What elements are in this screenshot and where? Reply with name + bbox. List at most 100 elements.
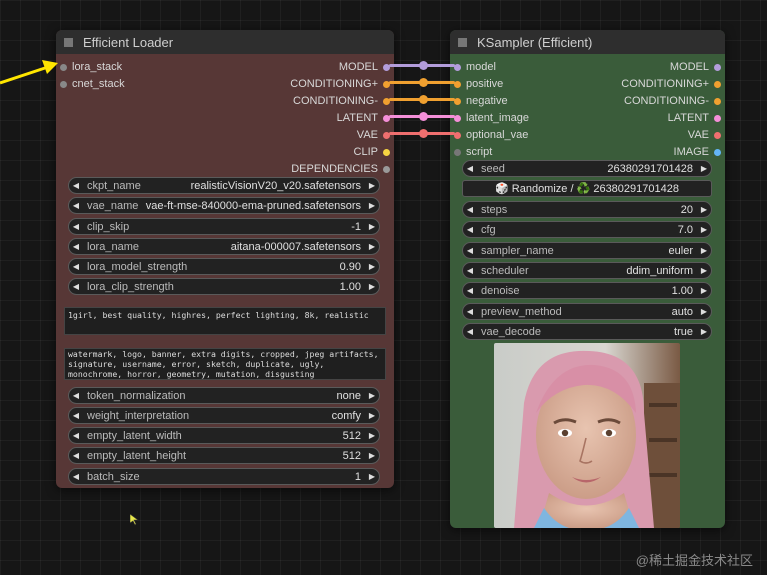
- ks-conditioning-pos-output-socket[interactable]: [714, 80, 721, 88]
- lora-name-next-arrow[interactable]: ▶: [365, 242, 379, 251]
- ks-image-output-socket[interactable]: [714, 148, 721, 156]
- cfg-decrement-arrow[interactable]: ◀: [463, 225, 477, 234]
- loader-output-model[interactable]: MODEL: [339, 60, 390, 74]
- ks-conditioning-neg-output-socket[interactable]: [714, 97, 721, 105]
- ksampler-input-optional-vae[interactable]: optional_vae: [454, 128, 528, 142]
- widget-ckpt-name[interactable]: ◀ ckpt_name realisticVisionV20_v20.safet…: [68, 177, 380, 194]
- loader-output-conditioning-pos[interactable]: CONDITIONING+: [290, 77, 390, 91]
- token-normalization-next-arrow[interactable]: ▶: [365, 391, 379, 400]
- denoise-increment-arrow[interactable]: ▶: [697, 286, 711, 295]
- widget-vae-decode[interactable]: ◀ vae_decode true ▶: [462, 323, 712, 340]
- sampler-name-next-arrow[interactable]: ▶: [697, 246, 711, 255]
- lora-name-prev-arrow[interactable]: ◀: [69, 242, 83, 251]
- lora-model-strength-increment-arrow[interactable]: ▶: [365, 262, 379, 271]
- empty-latent-height-decrement-arrow[interactable]: ◀: [69, 451, 83, 460]
- negative-input-socket[interactable]: [454, 97, 461, 105]
- ksampler-input-latent-image[interactable]: latent_image: [454, 111, 529, 125]
- empty-latent-height-increment-arrow[interactable]: ▶: [365, 451, 379, 460]
- positive-prompt-textarea[interactable]: 1girl, best quality, highres, perfect li…: [64, 307, 386, 335]
- ksampler-output-vae[interactable]: VAE: [688, 128, 721, 142]
- preview-method-prev-arrow[interactable]: ◀: [463, 307, 477, 316]
- lora-clip-strength-decrement-arrow[interactable]: ◀: [69, 282, 83, 291]
- ksampler-input-negative[interactable]: negative: [454, 94, 508, 108]
- script-input-socket[interactable]: [454, 148, 461, 156]
- loader-collapse-toggle[interactable]: [64, 37, 73, 47]
- scheduler-prev-arrow[interactable]: ◀: [463, 266, 477, 275]
- ksampler-output-conditioning-pos[interactable]: CONDITIONING+: [621, 77, 721, 91]
- lora-clip-strength-increment-arrow[interactable]: ▶: [365, 282, 379, 291]
- loader-input-lora-stack[interactable]: lora_stack: [60, 60, 122, 74]
- batch-size-increment-arrow[interactable]: ▶: [365, 472, 379, 481]
- efficient-loader-node[interactable]: Efficient Loader lora_stack cnet_stack M…: [56, 30, 394, 488]
- widget-cfg[interactable]: ◀ cfg 7.0 ▶: [462, 221, 712, 238]
- loader-output-dependencies[interactable]: DEPENDENCIES: [291, 162, 390, 176]
- model-input-socket[interactable]: [454, 63, 461, 71]
- seed-increment-arrow[interactable]: ▶: [697, 164, 711, 173]
- clip-skip-increment-arrow[interactable]: ▶: [365, 222, 379, 231]
- lora-model-strength-decrement-arrow[interactable]: ◀: [69, 262, 83, 271]
- scheduler-next-arrow[interactable]: ▶: [697, 266, 711, 275]
- denoise-decrement-arrow[interactable]: ◀: [463, 286, 477, 295]
- ksampler-output-latent[interactable]: LATENT: [668, 111, 721, 125]
- loader-output-clip[interactable]: CLIP: [354, 145, 390, 159]
- loader-header[interactable]: Efficient Loader: [56, 30, 394, 54]
- positive-input-socket[interactable]: [454, 80, 461, 88]
- link-conditioning-positive-midpoint[interactable]: [419, 78, 428, 87]
- widget-token-normalization[interactable]: ◀ token_normalization none ▶: [68, 387, 380, 404]
- widget-preview-method[interactable]: ◀ preview_method auto ▶: [462, 303, 712, 320]
- link-latent-midpoint[interactable]: [419, 112, 428, 121]
- lora-stack-socket[interactable]: [60, 63, 67, 71]
- widget-clip-skip[interactable]: ◀ clip_skip -1 ▶: [68, 218, 380, 235]
- empty-latent-width-increment-arrow[interactable]: ▶: [365, 431, 379, 440]
- ks-vae-output-socket[interactable]: [714, 131, 721, 139]
- ks-model-output-socket[interactable]: [714, 63, 721, 71]
- token-normalization-prev-arrow[interactable]: ◀: [69, 391, 83, 400]
- widget-denoise[interactable]: ◀ denoise 1.00 ▶: [462, 282, 712, 299]
- vae-name-prev-arrow[interactable]: ◀: [69, 201, 83, 210]
- empty-latent-width-decrement-arrow[interactable]: ◀: [69, 431, 83, 440]
- link-model-midpoint[interactable]: [419, 61, 428, 70]
- randomize-seed-button[interactable]: 🎲 Randomize / ♻️ 26380291701428: [462, 180, 712, 197]
- widget-empty-latent-height[interactable]: ◀ empty_latent_height 512 ▶: [68, 447, 380, 464]
- link-vae-midpoint[interactable]: [419, 129, 428, 138]
- loader-output-latent[interactable]: LATENT: [337, 111, 390, 125]
- dependencies-output-socket[interactable]: [383, 165, 390, 173]
- loader-output-vae[interactable]: VAE: [357, 128, 390, 142]
- clip-output-socket[interactable]: [383, 148, 390, 156]
- widget-scheduler[interactable]: ◀ scheduler ddim_uniform ▶: [462, 262, 712, 279]
- vae-decode-prev-arrow[interactable]: ◀: [463, 327, 477, 336]
- ksampler-header[interactable]: KSampler (Efficient): [450, 30, 725, 54]
- vae-decode-next-arrow[interactable]: ▶: [697, 327, 711, 336]
- ksampler-output-model[interactable]: MODEL: [670, 60, 721, 74]
- widget-weight-interpretation[interactable]: ◀ weight_interpretation comfy ▶: [68, 407, 380, 424]
- weight-interpretation-next-arrow[interactable]: ▶: [365, 411, 379, 420]
- optional-vae-input-socket[interactable]: [454, 131, 461, 139]
- steps-decrement-arrow[interactable]: ◀: [463, 205, 477, 214]
- ksampler-output-image[interactable]: IMAGE: [674, 145, 721, 159]
- loader-output-conditioning-neg[interactable]: CONDITIONING-: [293, 94, 390, 108]
- widget-batch-size[interactable]: ◀ batch_size 1 ▶: [68, 468, 380, 485]
- ksampler-output-conditioning-neg[interactable]: CONDITIONING-: [624, 94, 721, 108]
- cfg-increment-arrow[interactable]: ▶: [697, 225, 711, 234]
- loader-input-cnet-stack[interactable]: cnet_stack: [60, 77, 125, 91]
- widget-lora-name[interactable]: ◀ lora_name aitana-000007.safetensors ▶: [68, 238, 380, 255]
- seed-decrement-arrow[interactable]: ◀: [463, 164, 477, 173]
- latent-image-input-socket[interactable]: [454, 114, 461, 122]
- widget-seed[interactable]: ◀ seed 26380291701428 ▶: [462, 160, 712, 177]
- ksampler-input-script[interactable]: script: [454, 145, 492, 159]
- ksampler-input-model[interactable]: model: [454, 60, 496, 74]
- ckpt-name-next-arrow[interactable]: ▶: [365, 181, 379, 190]
- steps-increment-arrow[interactable]: ▶: [697, 205, 711, 214]
- negative-prompt-textarea[interactable]: watermark, logo, banner, extra digits, c…: [64, 348, 386, 380]
- preview-method-next-arrow[interactable]: ▶: [697, 307, 711, 316]
- widget-sampler-name[interactable]: ◀ sampler_name euler ▶: [462, 242, 712, 259]
- link-conditioning-negative-midpoint[interactable]: [419, 95, 428, 104]
- ckpt-name-prev-arrow[interactable]: ◀: [69, 181, 83, 190]
- cnet-stack-socket[interactable]: [60, 80, 67, 88]
- batch-size-decrement-arrow[interactable]: ◀: [69, 472, 83, 481]
- ks-latent-output-socket[interactable]: [714, 114, 721, 122]
- generated-image-preview[interactable]: [494, 343, 680, 528]
- clip-skip-decrement-arrow[interactable]: ◀: [69, 222, 83, 231]
- widget-steps[interactable]: ◀ steps 20 ▶: [462, 201, 712, 218]
- widget-lora-model-strength[interactable]: ◀ lora_model_strength 0.90 ▶: [68, 258, 380, 275]
